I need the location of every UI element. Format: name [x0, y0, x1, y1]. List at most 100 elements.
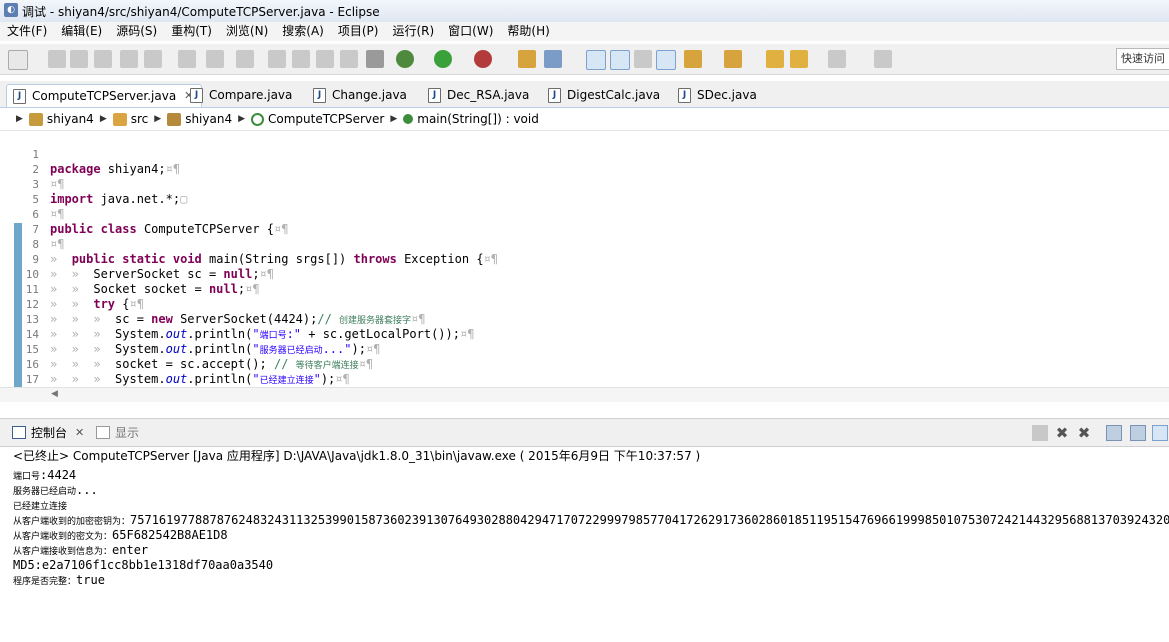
java-file-icon: J [190, 87, 203, 103]
console-output-line: 从客户端收到的密文为：65F682542B8AE1D8 [13, 528, 228, 542]
forward-icon[interactable] [828, 50, 846, 68]
run-icon[interactable] [434, 50, 452, 68]
breadcrumb-src[interactable]: src [131, 112, 149, 126]
tab-display[interactable]: 显示 [96, 424, 139, 441]
tab-dec-rsa[interactable]: J Dec_RSA.java [428, 84, 529, 106]
quick-access-input[interactable]: 快速访问 [1116, 48, 1169, 70]
code-line: 7 ¤¶ [32, 223, 65, 251]
print-icon[interactable] [94, 50, 112, 68]
open-type-icon[interactable] [518, 50, 536, 68]
chevron-right-icon: ▶ [154, 114, 162, 124]
tab-compare[interactable]: J Compare.java [190, 84, 292, 106]
chevron-right-icon: ▶ [16, 114, 23, 124]
resume-icon[interactable] [144, 50, 162, 68]
tab-sdec[interactable]: J SDec.java [678, 84, 757, 106]
terminate-icon[interactable] [316, 50, 334, 68]
method-icon [403, 114, 414, 124]
scroll-lock-icon[interactable] [1130, 425, 1146, 441]
code-line: 5 ¤¶ [32, 193, 65, 221]
console-output-line: 服务器已经启动... [13, 483, 98, 497]
back-icon[interactable] [790, 50, 808, 68]
show-whitespace-icon[interactable] [656, 50, 676, 70]
search-icon[interactable] [544, 50, 562, 68]
editor-tabs: J ComputeTCPServer.java ✕ J Compare.java… [0, 81, 1169, 108]
console-output-line: 从客户端收到的加密密钥为：757161977887876248324311325… [13, 513, 1169, 527]
step-into-icon[interactable] [268, 50, 286, 68]
terminate-icon[interactable] [1032, 425, 1048, 441]
next-annotation-icon[interactable] [684, 50, 702, 68]
menu-project[interactable]: 项目(P) [331, 22, 386, 41]
source-folder-icon [112, 112, 127, 126]
code-line: 17 » » » // 获得网络输入流对象的引用¤¶ [25, 373, 39, 386]
java-file-icon: J [13, 88, 26, 104]
window-title: 调试 - shiyan4/src/shiyan4/ComputeTCPServe… [22, 5, 380, 19]
code-line: 12 » » » sc = new ServerSocket(4424);// … [25, 298, 426, 326]
editor-horizontal-scrollbar[interactable]: ◀ [0, 387, 1169, 402]
menu-help[interactable]: 帮助(H) [500, 22, 556, 41]
menu-search[interactable]: 搜索(A) [275, 22, 331, 41]
breadcrumb-class[interactable]: ComputeTCPServer [268, 112, 384, 126]
eclipse-icon: ◐ [4, 3, 18, 17]
step-icon[interactable] [236, 50, 254, 68]
previous-annotation-icon[interactable] [724, 50, 742, 68]
menu-navigate[interactable]: 浏览(N) [219, 22, 275, 41]
class-icon [251, 112, 264, 126]
disconnect-icon[interactable] [340, 50, 358, 68]
console-view-tabs: 控制台 ✕ 显示 ✖ ✖ [0, 418, 1169, 447]
redo-icon[interactable] [206, 50, 224, 68]
last-edit-icon[interactable] [766, 50, 784, 68]
menu-window[interactable]: 窗口(W) [441, 22, 500, 41]
undo-icon[interactable] [178, 50, 196, 68]
pin-editor-icon[interactable] [874, 50, 892, 68]
code-line: 1 package shiyan4;¤¶ [32, 148, 181, 176]
breadcrumb-package[interactable]: shiyan4 [185, 112, 232, 126]
menu-edit[interactable]: 编辑(E) [54, 22, 109, 41]
breadcrumb-project[interactable]: shiyan4 [47, 112, 94, 126]
package-icon [167, 112, 182, 126]
save-icon[interactable] [48, 50, 66, 68]
suspend-icon[interactable] [292, 50, 310, 68]
toggle-mark-occurrences-icon[interactable] [586, 50, 606, 70]
new-file-icon[interactable] [8, 50, 28, 70]
scroll-left-icon[interactable]: ◀ [51, 389, 58, 399]
menu-bar: 文件(F) 编辑(E) 源码(S) 重构(T) 浏览(N) 搜索(A) 项目(P… [0, 22, 1169, 41]
clear-console-icon[interactable] [1106, 425, 1122, 441]
code-line: 10 » » Socket socket = null;¤¶ [25, 268, 260, 296]
code-editor[interactable]: 1 package shiyan4;¤¶ 2 ¤¶ 3 import java.… [0, 131, 1169, 387]
block-selection-icon[interactable] [634, 50, 652, 68]
console-output-line: 已经建立连接 [13, 502, 68, 512]
code-line: 8 » public static void main(String srgs[… [32, 238, 499, 266]
java-file-icon: J [678, 87, 691, 103]
external-tools-icon[interactable] [474, 50, 492, 68]
code-line: 2 ¤¶ [32, 163, 65, 191]
console-output-line: MD5:e2a7106f1cc8bb1e1318df70aa0a3540 [13, 558, 274, 572]
menu-refactor[interactable]: 重构(T) [164, 22, 219, 41]
main-toolbar: 快速访问 [0, 44, 1169, 75]
menu-source[interactable]: 源码(S) [109, 22, 164, 41]
breakpoint-icon[interactable] [366, 50, 384, 68]
menu-run[interactable]: 运行(R) [385, 22, 441, 41]
remove-all-icon[interactable]: ✖ [1076, 425, 1092, 441]
breadcrumb: ▶ shiyan4 ▶ src ▶ shiyan4 ▶ ComputeTCPSe… [0, 108, 1169, 131]
debug-icon[interactable] [396, 50, 414, 68]
show-console-icon[interactable] [1152, 425, 1168, 441]
display-icon [96, 426, 110, 439]
console-icon [12, 426, 26, 439]
chevron-right-icon: ▶ [99, 114, 107, 124]
tab-change[interactable]: J Change.java [313, 84, 407, 106]
tab-computetcpserver[interactable]: J ComputeTCPServer.java ✕ [6, 84, 203, 107]
breadcrumb-method[interactable]: main(String[]) : void [417, 112, 539, 126]
tab-digestcalc[interactable]: J DigestCalc.java [548, 84, 660, 106]
toggle-highlight-icon[interactable] [610, 50, 630, 70]
java-file-icon: J [313, 87, 326, 103]
close-icon[interactable]: ✕ [75, 426, 84, 439]
code-line: 13 » » » System.out.println("端口号:" + sc.… [25, 313, 475, 341]
skip-breakpoints-icon[interactable] [120, 50, 138, 68]
console-output-line: 程序是否完整：true [13, 573, 105, 587]
code-line: 3 import java.net.*;▢ [32, 178, 188, 206]
save-all-icon[interactable] [70, 50, 88, 68]
code-line: 15 » » » socket = sc.accept(); // 等待客户端连… [25, 343, 374, 371]
remove-launch-icon[interactable]: ✖ [1054, 425, 1070, 441]
menu-file[interactable]: 文件(F) [0, 22, 54, 41]
tab-console[interactable]: 控制台 ✕ [12, 424, 84, 441]
